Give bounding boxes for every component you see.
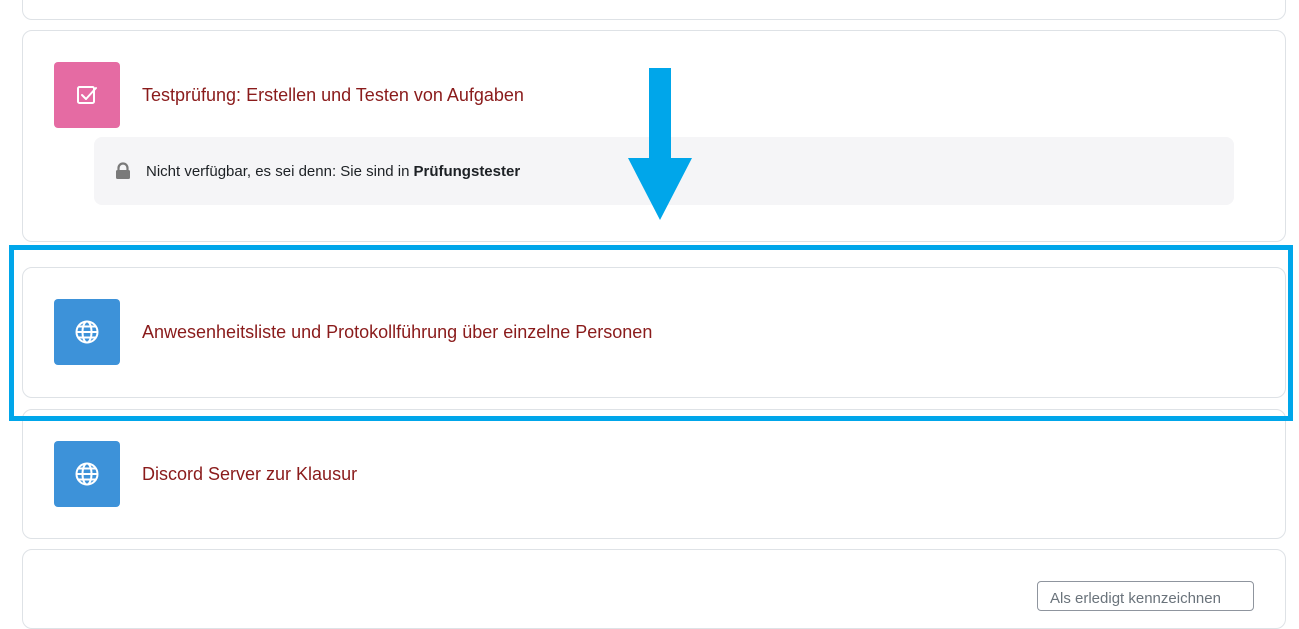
arrow-down-icon: [628, 68, 692, 220]
discord-activity-link[interactable]: Discord Server zur Klausur: [142, 464, 357, 485]
quiz-icon-box[interactable]: [54, 62, 120, 128]
restriction-group: Prüfungstester: [413, 162, 521, 180]
activity-discord: Discord Server zur Klausur: [54, 441, 357, 507]
url-icon-box[interactable]: [54, 441, 120, 507]
globe-icon: [75, 462, 99, 486]
highlight-frame: [9, 245, 1293, 421]
previous-section-card: [22, 0, 1286, 20]
quiz-checkbox-icon: [77, 86, 97, 104]
mark-as-done-button[interactable]: Als erledigt kennzeichnen: [1037, 581, 1254, 611]
activity-quiz: Testprüfung: Erstellen und Testen von Au…: [54, 62, 524, 128]
lock-icon: [114, 162, 132, 180]
restriction-text: Nicht verfügbar, es sei denn: Sie sind i…: [146, 162, 410, 180]
quiz-activity-link[interactable]: Testprüfung: Erstellen und Testen von Au…: [142, 85, 524, 106]
